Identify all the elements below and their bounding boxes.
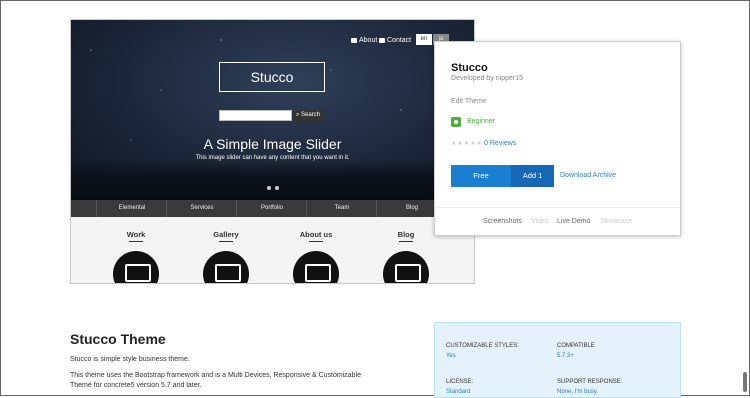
slider-dot	[275, 186, 279, 190]
preview-feature-work: Work	[101, 230, 171, 283]
preview-search-input	[219, 110, 292, 121]
gallery-icon	[203, 251, 249, 283]
tab-showcase[interactable]: Showcase	[600, 218, 632, 225]
preview-menu-item: Elemental	[96, 200, 167, 217]
feature-title: Blog	[397, 230, 415, 239]
envelope-icon	[379, 37, 385, 43]
skill-level-icon	[451, 117, 461, 127]
free-add-button[interactable]: Free Add 1	[451, 165, 554, 187]
add-button[interactable]: Add 1	[511, 165, 554, 187]
feature-title: Gallery	[213, 230, 239, 239]
reviews-link[interactable]: 0 Reviews	[484, 140, 516, 147]
preview-feature-about: About us	[281, 230, 351, 283]
tab-live-demo[interactable]: Live Demo	[557, 218, 590, 225]
spec-support-value: None, I'm busy.	[557, 389, 599, 395]
feature-title: About us	[299, 230, 333, 239]
spec-license-value[interactable]: Standard	[446, 389, 470, 395]
preview-hero-subtitle: This image slider can have any content t…	[195, 155, 350, 161]
developer-credit[interactable]: Developed by nipper15	[451, 75, 523, 82]
spec-compatible-value: 5.7.3+	[557, 353, 574, 359]
preview-hero-title: A Simple Image Slider	[203, 136, 342, 152]
spec-box: Customizable Styles: Yes Compatible 5.7.…	[434, 322, 681, 398]
download-archive-link[interactable]: Download Archive	[560, 172, 616, 179]
tree-silhouette	[71, 160, 474, 200]
newspaper-icon	[383, 251, 429, 283]
preview-feature-gallery: Gallery	[191, 230, 261, 283]
preview-nav-contact: Contact	[379, 37, 411, 44]
scrollbar-thumb[interactable]	[743, 372, 747, 392]
people-icon	[351, 37, 357, 43]
spec-customizable-label: Customizable Styles:	[446, 343, 519, 349]
preview-feature-blog: Blog	[371, 230, 441, 283]
feature-underline	[399, 241, 413, 242]
spec-compatible-label: Compatible	[557, 343, 595, 349]
theme-intro: Stucco is simple style business theme.	[70, 356, 190, 363]
preview-nav-about: About	[351, 37, 377, 44]
panel-divider	[435, 207, 680, 208]
preview-menu-item: Portfolio	[236, 200, 307, 217]
feature-title: Work	[126, 230, 146, 239]
edit-theme-link[interactable]: Edit Theme	[451, 98, 487, 105]
preview-nav-contact-label: Contact	[387, 37, 412, 44]
preview-search-button: ⌕ Search	[293, 110, 323, 121]
id-card-icon	[293, 251, 339, 283]
preview-menu-item: Team	[306, 200, 377, 217]
preview-lang-en: en	[416, 34, 432, 45]
rating-stars: ★★★★★	[451, 141, 483, 147]
theme-title: Stucco	[451, 62, 488, 74]
slider-dot	[267, 186, 271, 190]
feature-underline	[219, 241, 233, 242]
picture-icon	[113, 251, 159, 283]
spec-customizable-value: Yes	[446, 353, 456, 359]
spec-support-label: Support Response:	[557, 379, 623, 385]
preview-menu-bar: Elemental Services Portfolio Team Blog	[71, 200, 474, 217]
hero-banner: About Contact en ja Stucco ⌕ Search A Si…	[71, 20, 474, 200]
tab-video[interactable]: Video	[531, 218, 549, 225]
spec-license-label: License:	[446, 379, 474, 385]
feature-underline	[309, 241, 323, 242]
skill-level-label: Beginner	[467, 118, 496, 125]
preview-search-button-label: Search	[301, 112, 321, 118]
theme-description: This theme uses the Bootstrap framework …	[70, 372, 362, 389]
tab-screenshots[interactable]: Screenshots	[483, 218, 522, 225]
feature-underline	[129, 241, 143, 242]
preview-top-nav: About Contact en ja	[71, 32, 474, 52]
preview-logo: Stucco	[219, 62, 325, 92]
theme-info-panel: Stucco Developed by nipper15 Edit Theme …	[434, 41, 681, 236]
theme-heading: Stucco Theme	[70, 331, 166, 347]
theme-preview-screenshot[interactable]: About Contact en ja Stucco ⌕ Search A Si…	[70, 19, 475, 284]
preview-menu-item: Services	[166, 200, 237, 217]
free-label[interactable]: Free	[451, 165, 511, 187]
preview-nav-about-label: About	[359, 37, 378, 44]
